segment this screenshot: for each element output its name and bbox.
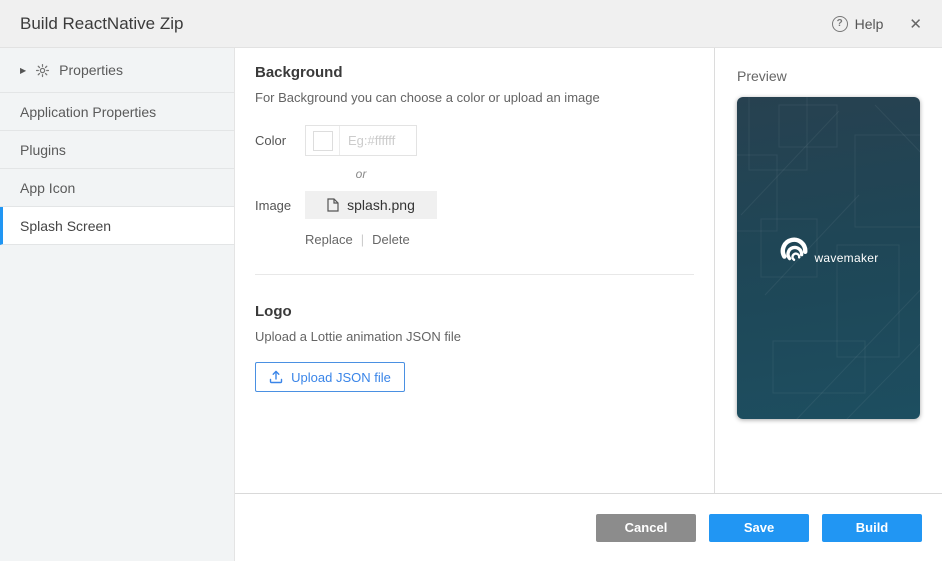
or-separator-text: or: [305, 167, 417, 181]
image-actions-row: Replace | Delete: [305, 232, 694, 247]
file-icon: [327, 198, 339, 212]
sidebar-item-label: Plugins: [20, 142, 66, 158]
cancel-button[interactable]: Cancel: [596, 514, 696, 542]
build-button[interactable]: Build: [822, 514, 922, 542]
dialog-title: Build ReactNative Zip: [20, 14, 832, 34]
sidebar-item-splash-screen[interactable]: Splash Screen: [0, 207, 234, 245]
wavemaker-brand: wavemaker: [778, 235, 878, 267]
logo-section-title: Logo: [255, 303, 694, 320]
image-label: Image: [255, 198, 305, 213]
replace-link[interactable]: Replace: [305, 232, 353, 247]
sidebar-item-label: Properties: [59, 62, 123, 78]
wavemaker-brand-text: wavemaker: [814, 252, 878, 267]
color-hex-input[interactable]: [340, 133, 410, 148]
gear-icon: [35, 63, 50, 78]
build-reactnative-dialog: Build ReactNative Zip ? Help ✕ ▶ Propert…: [0, 0, 942, 561]
color-swatch-cell: [306, 126, 340, 155]
upload-json-button[interactable]: Upload JSON file: [255, 362, 405, 392]
right-column: Background For Background you can choose…: [235, 48, 942, 561]
image-file-chip[interactable]: splash.png: [305, 191, 437, 219]
color-label: Color: [255, 133, 305, 148]
sidebar-item-application-properties[interactable]: Application Properties: [0, 93, 234, 131]
section-divider: [255, 274, 694, 275]
background-section-title: Background: [255, 64, 694, 81]
help-label: Help: [855, 16, 884, 32]
save-button[interactable]: Save: [709, 514, 809, 542]
link-separator: |: [361, 232, 364, 247]
preview-panel: Preview: [714, 48, 942, 493]
logo-section: Logo Upload a Lottie animation JSON file…: [255, 303, 694, 392]
upper-region: Background For Background you can choose…: [235, 48, 942, 493]
image-field-row: Image splash.png: [255, 191, 694, 219]
close-icon[interactable]: ✕: [909, 15, 922, 33]
help-icon: ?: [832, 16, 848, 32]
header-actions: ? Help ✕: [832, 15, 922, 33]
main-content: Background For Background you can choose…: [235, 48, 714, 493]
sidebar-item-label: App Icon: [20, 180, 75, 196]
dialog-header: Build ReactNative Zip ? Help ✕: [0, 0, 942, 48]
expand-arrow-icon[interactable]: ▶: [20, 66, 26, 75]
color-field-row: Color: [255, 125, 694, 156]
upload-icon: [269, 370, 283, 384]
logo-section-description: Upload a Lottie animation JSON file: [255, 329, 694, 344]
sidebar-item-label: Application Properties: [20, 104, 156, 120]
background-section: Background For Background you can choose…: [255, 64, 694, 275]
preview-title: Preview: [737, 68, 942, 84]
sidebar-item-app-icon[interactable]: App Icon: [0, 169, 234, 207]
sidebar: ▶ Properties Application Properties Plug…: [0, 48, 235, 561]
background-section-description: For Background you can choose a color or…: [255, 90, 694, 105]
upload-button-label: Upload JSON file: [291, 370, 391, 385]
wavemaker-logo-icon: [778, 235, 810, 267]
color-swatch[interactable]: [313, 131, 333, 151]
dialog-body: ▶ Properties Application Properties Plug…: [0, 48, 942, 561]
sidebar-item-label: Splash Screen: [20, 218, 111, 234]
delete-link[interactable]: Delete: [372, 232, 410, 247]
help-button[interactable]: ? Help: [832, 16, 884, 32]
sidebar-item-properties[interactable]: ▶ Properties: [0, 48, 234, 93]
image-filename: splash.png: [347, 197, 415, 213]
dialog-footer: Cancel Save Build: [235, 493, 942, 561]
sidebar-item-plugins[interactable]: Plugins: [0, 131, 234, 169]
color-input-group: [305, 125, 417, 156]
splash-preview-image: wavemaker: [737, 97, 920, 419]
